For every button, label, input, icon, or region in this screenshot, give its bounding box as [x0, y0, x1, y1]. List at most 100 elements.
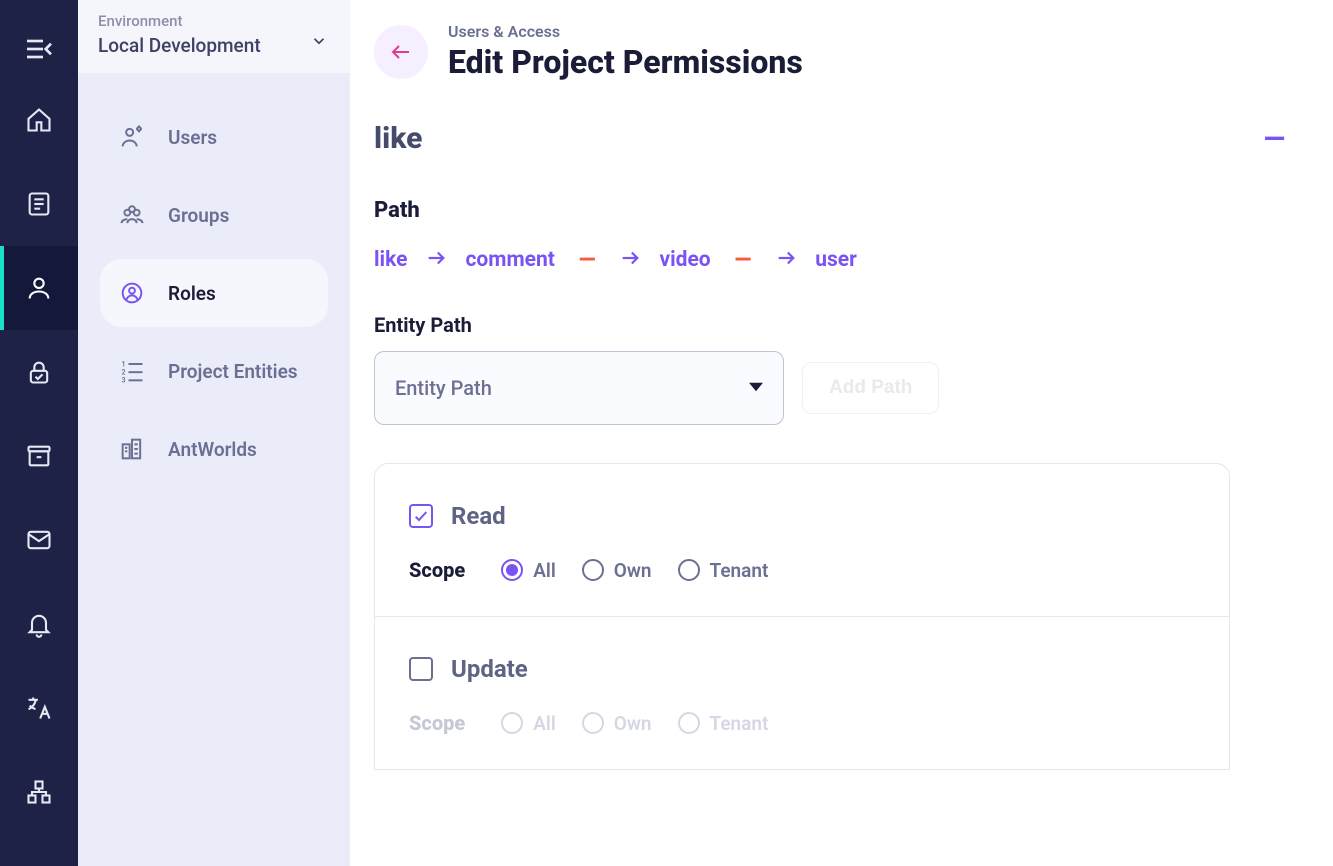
radio-icon — [501, 712, 523, 734]
entity-section-header: like — — [374, 121, 1293, 156]
path-token[interactable]: like — [374, 248, 407, 272]
scope-radio-tenant[interactable]: Tenant — [678, 559, 769, 582]
path-token[interactable]: user — [815, 248, 857, 272]
sidebar-item-label: AntWorlds — [168, 438, 257, 461]
rail-item-localization[interactable] — [0, 666, 78, 750]
nodes-icon — [25, 778, 53, 806]
collapse-sidebar-button[interactable] — [0, 20, 78, 78]
environment-selector[interactable]: Environment Local Development — [78, 0, 350, 73]
scope-label: Scope — [409, 558, 465, 582]
roles-icon — [118, 279, 146, 307]
scope-row-read: Scope All Own Tenant — [409, 558, 1195, 582]
permissions-card: Read Scope All Own Tenant — [374, 463, 1230, 770]
radio-icon — [501, 559, 523, 581]
scope-option-label: Own — [614, 712, 652, 735]
sidebar-item-roles[interactable]: Roles — [100, 259, 328, 327]
scope-radio-own[interactable]: Own — [582, 559, 652, 582]
rail-item-home[interactable] — [0, 78, 78, 162]
lock-check-icon — [25, 358, 53, 386]
rail-item-archive[interactable] — [0, 414, 78, 498]
permission-checkbox-update[interactable] — [409, 657, 433, 681]
scope-option-label: Tenant — [710, 559, 769, 582]
svg-text:2: 2 — [122, 369, 126, 377]
remove-path-segment-button[interactable]: — — [729, 248, 758, 273]
scope-radio-all[interactable]: All — [501, 559, 556, 582]
user-config-icon — [118, 123, 146, 151]
primary-nav-rail — [0, 0, 78, 866]
buildings-icon — [118, 435, 146, 463]
path-token[interactable]: comment — [465, 248, 554, 272]
path-heading: Path — [374, 198, 1293, 223]
scope-radio-tenant: Tenant — [678, 712, 769, 735]
sidebar-item-label: Groups — [168, 204, 229, 227]
remove-path-segment-button[interactable]: — — [573, 248, 602, 273]
sidebar-item-label: Roles — [168, 282, 216, 305]
radio-icon — [678, 559, 700, 581]
page-header: Users & Access Edit Project Permissions — [374, 22, 1293, 81]
permission-name: Read — [451, 502, 506, 530]
breadcrumb: Users & Access — [448, 22, 803, 41]
rail-item-lists[interactable] — [0, 162, 78, 246]
permission-block-update: Update Scope All Own Tenant — [375, 616, 1229, 769]
sidebar-item-users[interactable]: Users — [100, 103, 328, 171]
scope-label: Scope — [409, 711, 465, 735]
mail-icon — [25, 526, 53, 554]
home-icon — [25, 106, 53, 134]
permission-block-read: Read Scope All Own Tenant — [375, 464, 1229, 616]
entity-path-label: Entity Path — [374, 313, 1293, 337]
menu-collapse-icon — [23, 33, 55, 65]
permission-checkbox-read[interactable] — [409, 504, 433, 528]
radio-icon — [582, 712, 604, 734]
caret-down-icon — [749, 379, 763, 398]
rail-item-notifications[interactable] — [0, 582, 78, 666]
secondary-sidebar: Environment Local Development Users Grou… — [78, 0, 350, 866]
sidebar-item-antworlds[interactable]: AntWorlds — [100, 415, 328, 483]
scope-option-label: Tenant — [710, 712, 769, 735]
entity-path-placeholder: Entity Path — [395, 376, 492, 400]
rail-item-integrations[interactable] — [0, 750, 78, 834]
main-content: Users & Access Edit Project Permissions … — [350, 0, 1333, 866]
person-icon — [25, 274, 53, 302]
group-icon — [118, 201, 146, 229]
sidebar-item-project-entities[interactable]: 123 Project Entities — [100, 337, 328, 405]
entity-section-title: like — [374, 121, 422, 156]
collapse-section-button[interactable]: — — [1256, 122, 1293, 155]
sidebar-item-label: Project Entities — [168, 360, 298, 383]
svg-text:3: 3 — [122, 377, 126, 385]
list-doc-icon — [25, 190, 53, 218]
radio-icon — [582, 559, 604, 581]
translate-icon — [25, 694, 53, 722]
environment-label: Environment — [98, 12, 330, 30]
scope-option-label: All — [533, 712, 556, 735]
arrow-right-icon — [619, 247, 641, 273]
check-icon — [413, 508, 429, 524]
sidebar-item-groups[interactable]: Groups — [100, 181, 328, 249]
add-path-button[interactable]: Add Path — [802, 362, 939, 414]
scope-radio-all: All — [501, 712, 556, 735]
ordered-list-icon: 123 — [118, 357, 146, 385]
path-chain: like comment — video — user — [374, 247, 1293, 273]
scope-radio-own: Own — [582, 712, 652, 735]
scope-option-label: All — [533, 559, 556, 582]
svg-text:1: 1 — [122, 360, 126, 368]
chevron-down-icon — [310, 32, 328, 54]
rail-item-mail[interactable] — [0, 498, 78, 582]
radio-icon — [678, 712, 700, 734]
sidebar-item-label: Users — [168, 126, 217, 149]
arrow-right-icon — [425, 247, 447, 273]
page-title: Edit Project Permissions — [448, 43, 803, 81]
sidebar-menu: Users Groups Roles 123 Project Entities … — [78, 73, 350, 513]
scope-row-update: Scope All Own Tenant — [409, 711, 1195, 735]
environment-value: Local Development — [98, 34, 330, 57]
bell-icon — [25, 610, 53, 638]
back-button[interactable] — [374, 25, 428, 79]
scope-option-label: Own — [614, 559, 652, 582]
entity-path-select[interactable]: Entity Path — [374, 351, 784, 425]
rail-item-security[interactable] — [0, 330, 78, 414]
arrow-left-icon — [389, 40, 413, 64]
rail-item-users-access[interactable] — [0, 246, 78, 330]
archive-icon — [25, 442, 53, 470]
permission-name: Update — [451, 655, 528, 683]
path-token[interactable]: video — [659, 248, 710, 272]
arrow-right-icon — [775, 247, 797, 273]
